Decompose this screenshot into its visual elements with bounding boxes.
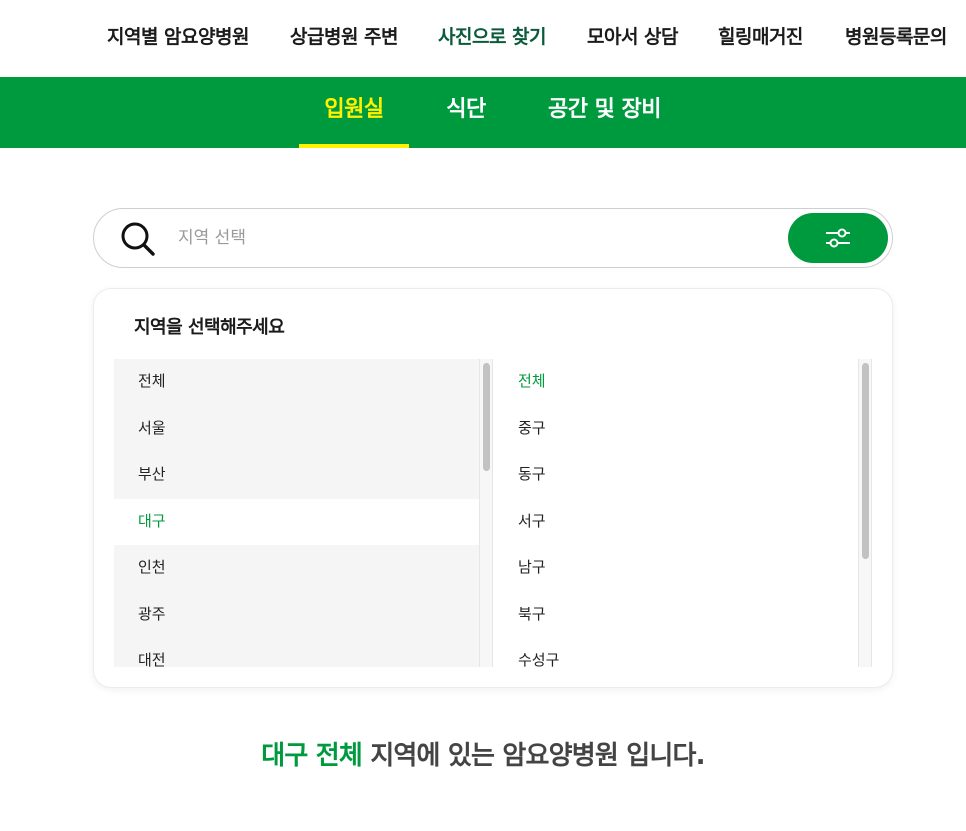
tab-ward-room[interactable]: 입원실 (299, 77, 409, 148)
nav-item-find-by-photo[interactable]: 사진으로 찾기 (438, 22, 547, 49)
district-item-jung-gu[interactable]: 중구 (494, 405, 859, 452)
result-district: 전체 (315, 741, 363, 771)
province-scrollbar[interactable] (479, 359, 493, 667)
search-icon[interactable] (120, 221, 156, 257)
result-suffix: 지역에 있는 암요양병원 입니다. (370, 741, 705, 771)
district-item-seo-gu[interactable]: 서구 (494, 498, 859, 545)
district-list: 전체 중구 동구 서구 남구 북구 수성구 (494, 359, 859, 667)
tab-facilities-label: 공간 및 장비 (547, 97, 662, 122)
tab-meals-label: 식단 (446, 97, 486, 122)
tab-ward-room-label: 입원실 (324, 97, 384, 122)
region-panel-title: 지역을 선택해주세요 (134, 317, 285, 338)
nav-item-near-major-hospitals[interactable]: 상급병원 주변 (290, 22, 399, 49)
province-list: 전체 서울 부산 대구 인천 광주 대전 (114, 359, 479, 667)
district-scrollbar[interactable] (858, 359, 872, 667)
tab-facilities[interactable]: 공간 및 장비 (532, 77, 677, 148)
nav-item-group-consult[interactable]: 모아서 상담 (587, 22, 679, 49)
district-scrollbar-thumb[interactable] (862, 363, 869, 559)
nav-item-regional-hospitals[interactable]: 지역별 암요양병원 (107, 22, 249, 49)
province-item-all[interactable]: 전체 (114, 359, 479, 406)
region-search-input[interactable] (178, 223, 778, 253)
province-item-daegu[interactable]: 대구 (114, 498, 479, 545)
province-item-seoul[interactable]: 서울 (114, 405, 479, 452)
result-summary: 대구 전체 지역에 있는 암요양병원 입니다. (0, 735, 966, 772)
region-select-panel: 지역을 선택해주세요 전체 서울 부산 대구 인천 광주 대전 전체 중구 동구… (93, 288, 893, 688)
nav-item-healing-magazine[interactable]: 힐링매거진 (718, 22, 803, 49)
district-item-buk-gu[interactable]: 북구 (494, 591, 859, 638)
province-scrollbar-thumb[interactable] (483, 363, 490, 471)
sub-nav: 입원실 식단 공간 및 장비 (0, 77, 966, 148)
province-item-incheon[interactable]: 인천 (114, 545, 479, 592)
province-item-daejeon[interactable]: 대전 (114, 638, 479, 667)
active-tab-underline (299, 144, 409, 148)
district-item-dong-gu[interactable]: 동구 (494, 452, 859, 499)
district-item-all[interactable]: 전체 (494, 359, 859, 406)
tab-meals[interactable]: 식단 (425, 77, 507, 148)
district-item-nam-gu[interactable]: 남구 (494, 545, 859, 592)
region-search-bar (93, 208, 893, 268)
filter-button[interactable] (788, 213, 888, 263)
province-item-gwangju[interactable]: 광주 (114, 591, 479, 638)
nav-item-hospital-registration[interactable]: 병원등록문의 (845, 22, 947, 49)
district-item-suseong-gu[interactable]: 수성구 (494, 638, 859, 667)
result-region: 대구 (261, 741, 308, 771)
top-nav: 지역별 암요양병원 상급병원 주변 사진으로 찾기 모아서 상담 힐링매거진 병… (0, 0, 966, 77)
province-item-busan[interactable]: 부산 (114, 452, 479, 499)
